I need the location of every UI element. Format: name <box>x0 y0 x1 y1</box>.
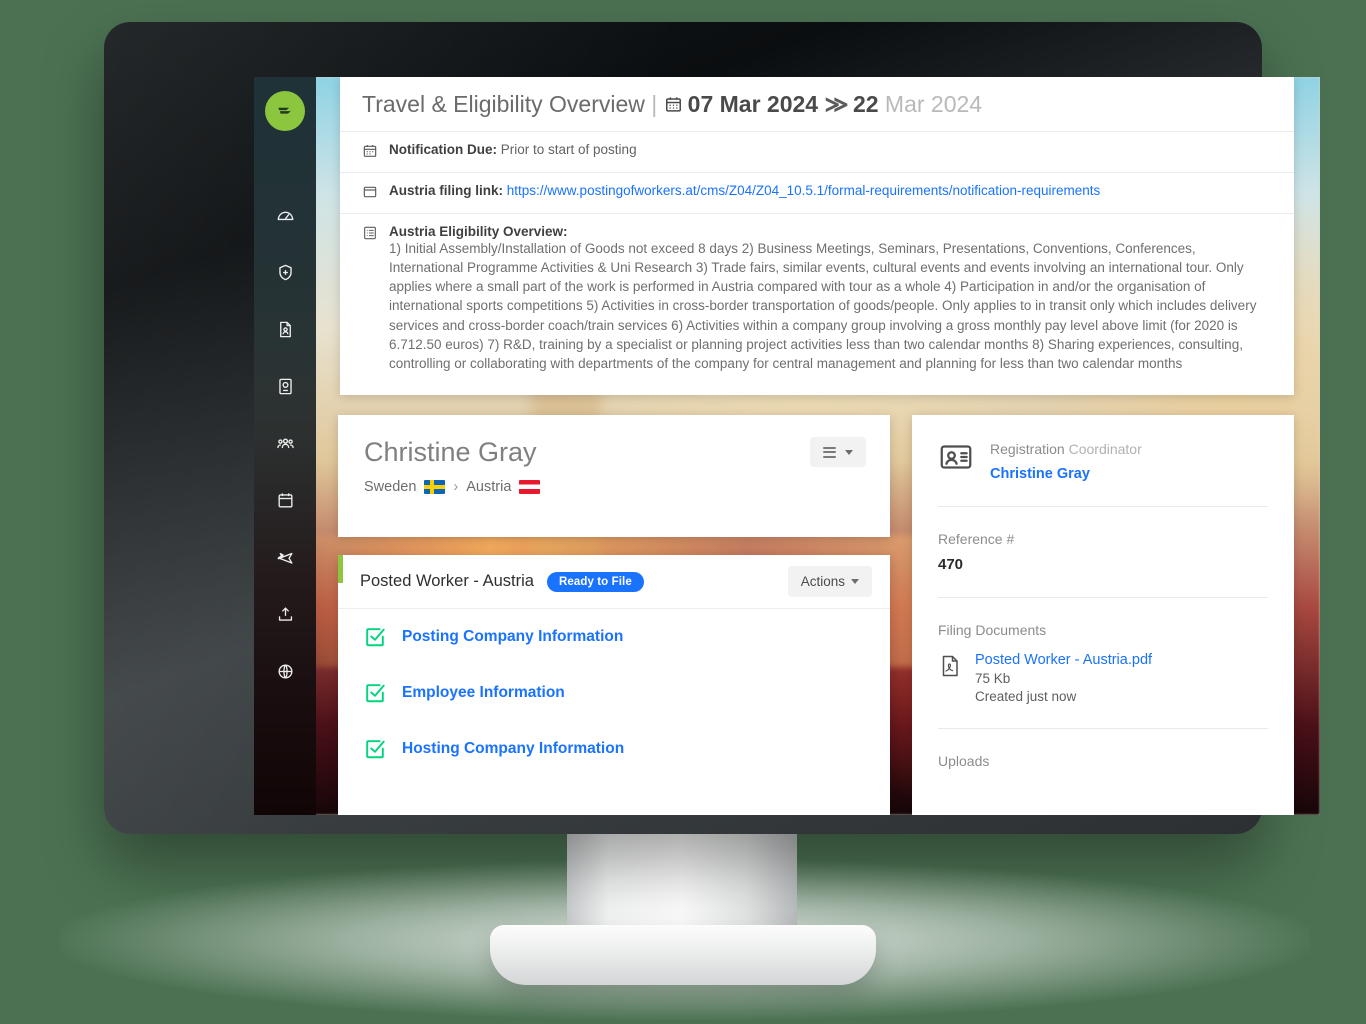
calendar-icon <box>362 143 378 162</box>
sidebar-item-global[interactable] <box>254 645 316 702</box>
eligibility-heading: Austria Eligibility Overview: <box>389 224 568 239</box>
section-link-employee[interactable]: Employee Information <box>402 684 565 702</box>
coordinator-role-secondary: Coordinator <box>1064 441 1142 457</box>
sidebar-item-dashboard[interactable] <box>254 189 316 246</box>
filing-documents-label: Filing Documents <box>938 622 1047 638</box>
list-document-icon <box>362 225 378 244</box>
worker-summary-card: Christine Gray Sweden › Austria <box>338 415 890 537</box>
airplane-icon <box>276 548 295 572</box>
coordinator-role-primary: Registration <box>990 441 1065 457</box>
date-range-arrow-icon: ≫ <box>824 91 848 117</box>
upload-icon <box>276 605 295 629</box>
pdf-file-icon <box>938 652 962 685</box>
chevron-down-icon <box>845 449 853 455</box>
calendar-icon <box>664 93 683 120</box>
sidebar-item-compliance[interactable] <box>254 246 316 303</box>
browser-window-icon <box>362 184 378 203</box>
filing-link-row: Austria filing link: https://www.posting… <box>340 172 1294 213</box>
coordinator-block: Registration Coordinator Christine Gray <box>938 415 1268 507</box>
details-side-panel: Registration Coordinator Christine Gray … <box>912 415 1294 815</box>
actions-button-label: Actions <box>800 574 845 589</box>
page-title: Travel & Eligibility Overview | 07 Mar 2… <box>340 77 1294 131</box>
list-item[interactable]: Hosting Company Information <box>338 721 890 777</box>
overview-start-date: 07 Mar 2024 <box>687 91 819 117</box>
worker-name: Christine Gray <box>364 437 537 467</box>
left-sidebar[interactable] <box>254 77 316 815</box>
posted-worker-filing-card: Posted Worker - Austria Ready to File Ac… <box>338 555 890 815</box>
notification-due-row: Notification Due: Prior to start of post… <box>340 131 1294 172</box>
chevron-down-icon <box>851 579 859 584</box>
status-badge: Ready to File <box>546 571 644 592</box>
monitor-stand-base <box>490 925 876 985</box>
overview-title-text: Travel & Eligibility Overview <box>362 91 645 117</box>
sweden-flag-icon <box>424 480 446 494</box>
document-name-link[interactable]: Posted Worker - Austria.pdf <box>975 652 1152 668</box>
route-breadcrumb: Sweden › Austria <box>364 479 864 495</box>
checkbox-checked-icon[interactable] <box>364 738 386 760</box>
monitor-frame: Travel & Eligibility Overview | 07 Mar 2… <box>104 22 1320 834</box>
travel-eligibility-overview-panel: Travel & Eligibility Overview | 07 Mar 2… <box>340 77 1294 395</box>
globe-icon <box>276 662 295 686</box>
title-separator: | <box>651 91 658 117</box>
austria-flag-icon <box>519 480 541 494</box>
document-size: 75 Kb <box>975 671 1011 686</box>
emburse-logo-icon[interactable] <box>265 91 305 131</box>
calendar-icon <box>276 491 295 515</box>
notification-due-label: Notification Due: <box>389 142 497 157</box>
people-group-icon <box>276 434 295 458</box>
uploads-label: Uploads <box>938 753 990 769</box>
sidebar-item-travel[interactable] <box>254 531 316 588</box>
austria-filing-link[interactable]: https://www.postingofworkers.at/cms/Z04/… <box>507 183 1101 198</box>
sidebar-item-calendar[interactable] <box>254 474 316 531</box>
overview-end-date: 22 <box>852 91 879 117</box>
checkbox-checked-icon[interactable] <box>364 682 386 704</box>
shield-compliance-icon <box>276 263 295 287</box>
document-list-item[interactable]: Posted Worker - Austria.pdf 75 Kb Create… <box>938 652 1268 704</box>
reference-value: 470 <box>938 556 964 573</box>
uploads-block: Uploads <box>938 729 1268 793</box>
filing-link-label: Austria filing link: <box>389 183 504 198</box>
coordinator-name-link[interactable]: Christine Gray <box>990 466 1142 482</box>
checkbox-checked-icon[interactable] <box>364 626 386 648</box>
sidebar-item-passport[interactable] <box>254 360 316 417</box>
actions-button[interactable]: Actions <box>787 566 872 597</box>
coordinator-role-label: Registration Coordinator <box>990 441 1142 457</box>
list-item[interactable]: Employee Information <box>338 665 890 721</box>
document-person-icon <box>276 320 295 344</box>
section-link-posting-company[interactable]: Posting Company Information <box>402 628 623 646</box>
origin-country-label: Sweden <box>364 479 417 495</box>
filing-card-header: Posted Worker - Austria Ready to File Ac… <box>338 555 890 609</box>
sidebar-item-assignments[interactable] <box>254 303 316 360</box>
destination-country-label: Austria <box>466 479 512 495</box>
notification-due-value: Prior to start of posting <box>500 142 637 157</box>
reference-label: Reference # <box>938 531 1015 547</box>
id-card-icon <box>938 439 974 480</box>
eligibility-body-text: 1) Initial Assembly/Installation of Good… <box>389 241 1257 371</box>
reference-block: Reference # 470 <box>938 507 1268 598</box>
eligibility-overview-row: Austria Eligibility Overview: 1) Initial… <box>340 213 1294 383</box>
document-created: Created just now <box>975 689 1077 704</box>
route-separator-icon: › <box>453 479 459 495</box>
sidebar-item-uploads[interactable] <box>254 588 316 645</box>
filing-documents-block: Filing Documents Posted Worker - Austria… <box>938 598 1268 729</box>
status-accent-bar <box>338 555 343 583</box>
list-item[interactable]: Posting Company Information <box>338 609 890 665</box>
application-screen: Travel & Eligibility Overview | 07 Mar 2… <box>254 77 1320 815</box>
passport-icon <box>276 377 295 401</box>
sidebar-item-people[interactable] <box>254 417 316 474</box>
hamburger-icon <box>823 444 836 460</box>
filing-title: Posted Worker - Austria <box>360 572 534 590</box>
section-link-hosting-company[interactable]: Hosting Company Information <box>402 740 624 758</box>
list-menu-button[interactable] <box>810 437 866 467</box>
overview-end-date-month: Mar 2024 <box>878 91 983 117</box>
main-content: Travel & Eligibility Overview | 07 Mar 2… <box>316 77 1320 815</box>
gauge-dashboard-icon <box>276 206 295 230</box>
